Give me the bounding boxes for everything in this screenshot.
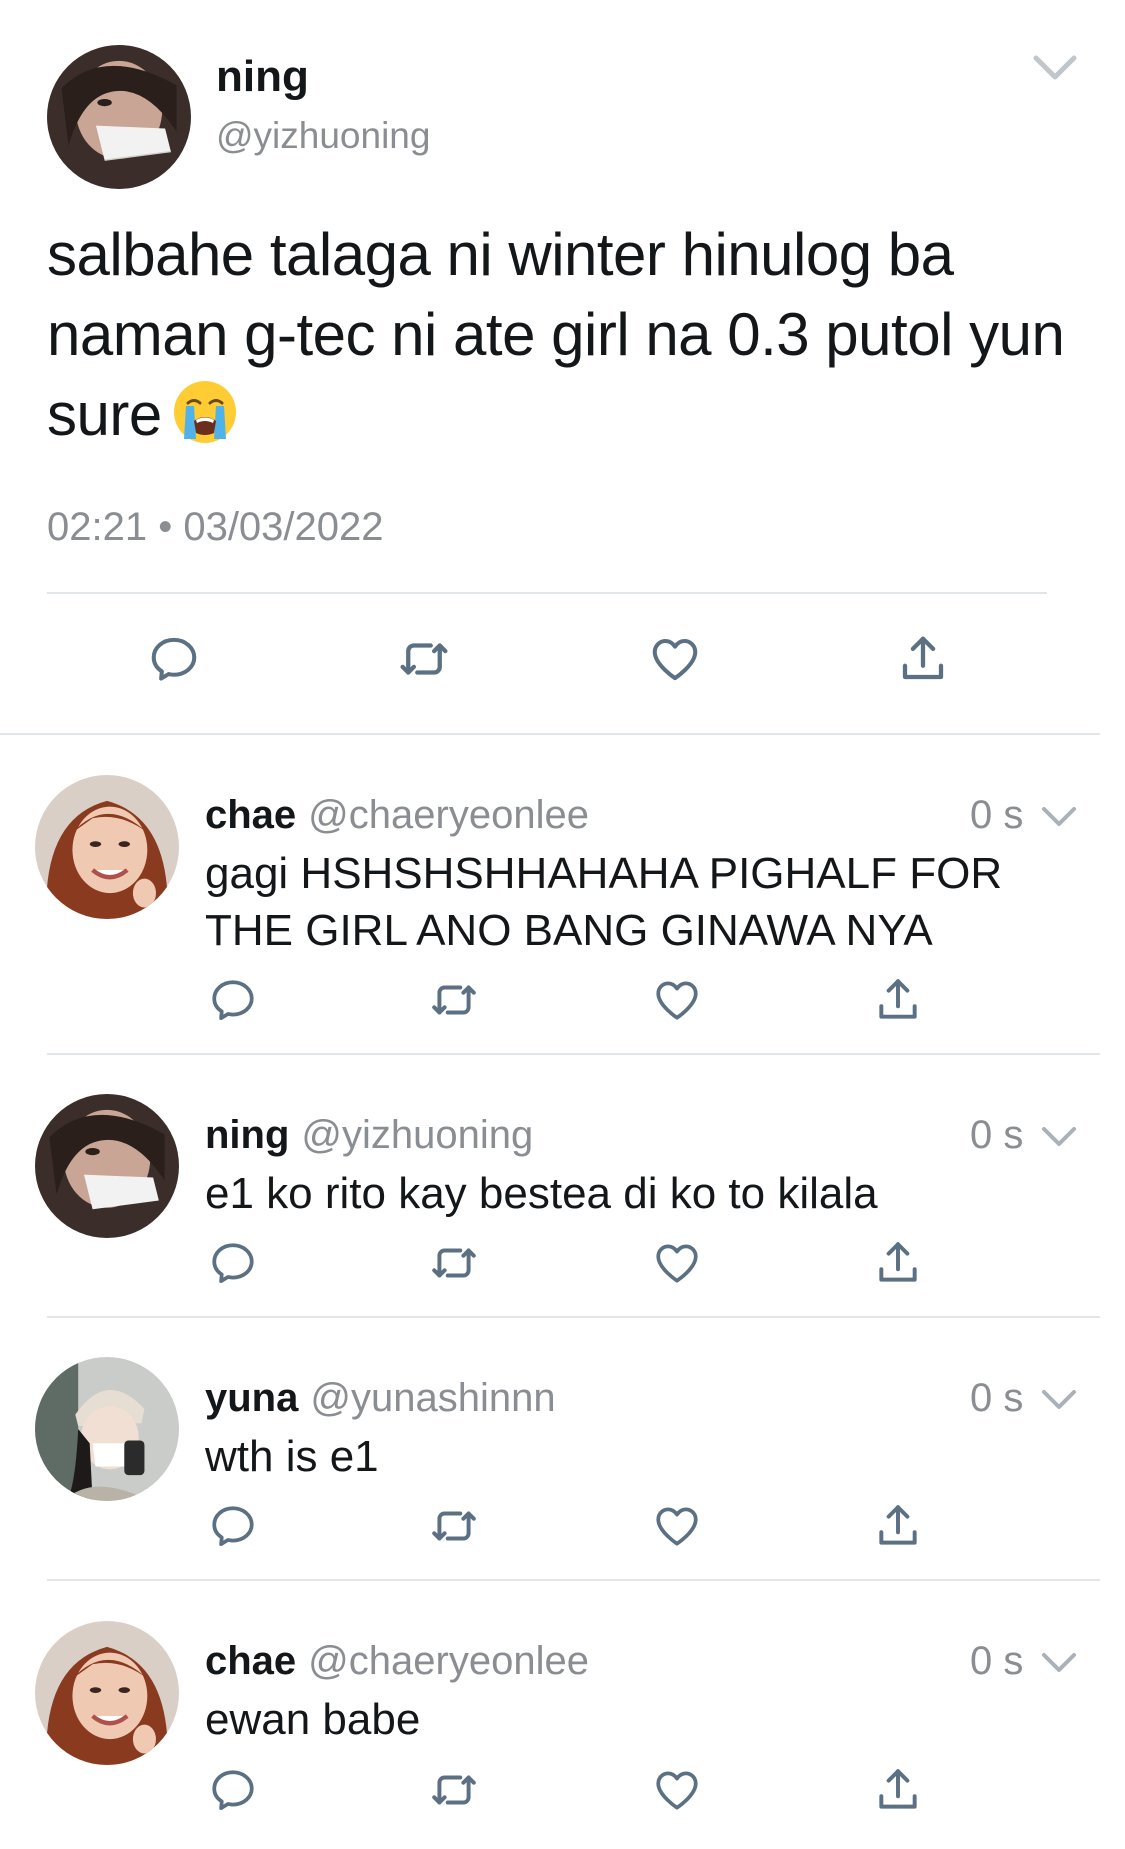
tweet-text: salbahe talaga ni winter hinulog ba nama…	[47, 215, 1087, 455]
reply-icon[interactable]	[208, 1238, 258, 1288]
display-name[interactable]: chae	[205, 1639, 296, 1683]
retweet-icon[interactable]	[428, 1765, 480, 1815]
timestamp[interactable]: 02:21 • 03/03/2022	[47, 505, 384, 550]
reply-text: wth is e1	[205, 1432, 379, 1481]
main-tweet: ning @yizhuoning salbahe talaga ni winte…	[0, 0, 1125, 735]
share-icon[interactable]	[873, 1765, 923, 1815]
retweet-icon[interactable]	[428, 975, 480, 1025]
reply-tweet[interactable]: chae @chaeryeonlee 0 s ewan babe	[0, 1581, 1125, 1849]
avatar[interactable]	[35, 775, 179, 919]
like-icon[interactable]	[651, 1238, 703, 1288]
chevron-down-icon[interactable]	[1040, 1386, 1078, 1414]
reply-text: ewan babe	[205, 1695, 421, 1744]
reply-time: 0 s	[970, 1639, 1024, 1683]
reply-header: chae @chaeryeonlee	[205, 1639, 589, 1684]
username[interactable]: @chaeryeonlee	[308, 1639, 589, 1683]
reply-text: gagi HSHSHSHHAHAHA PIGHALF FOR THE GIRL …	[205, 849, 1003, 955]
display-name[interactable]: yuna	[205, 1376, 298, 1420]
username[interactable]: @yizhuoning	[216, 115, 430, 157]
reply-icon[interactable]	[208, 975, 258, 1025]
chevron-down-icon[interactable]	[1040, 1123, 1078, 1151]
reply-tweet[interactable]: ning @yizhuoning 0 s e1 ko rito kay beste…	[0, 1055, 1125, 1318]
chevron-down-icon[interactable]	[1040, 1649, 1078, 1677]
reply-header: ning @yizhuoning	[205, 1113, 533, 1158]
like-icon[interactable]	[651, 1765, 703, 1815]
share-icon[interactable]	[873, 975, 923, 1025]
like-icon[interactable]	[651, 975, 703, 1025]
reply-time: 0 s	[970, 793, 1024, 837]
avatar[interactable]	[47, 45, 191, 189]
loudly-crying-face-emoji	[172, 379, 238, 445]
reply-icon[interactable]	[208, 1765, 258, 1815]
username[interactable]: @yunashinnn	[310, 1376, 555, 1420]
avatar[interactable]	[35, 1357, 179, 1501]
reply-icon[interactable]	[208, 1501, 258, 1551]
username[interactable]: @chaeryeonlee	[308, 793, 589, 837]
like-icon[interactable]	[651, 1501, 703, 1551]
share-icon[interactable]	[873, 1238, 923, 1288]
retweet-icon[interactable]	[396, 632, 452, 686]
reply-header: chae @chaeryeonlee	[205, 793, 589, 838]
reply-time: 0 s	[970, 1376, 1024, 1420]
retweet-icon[interactable]	[428, 1501, 480, 1551]
divider	[47, 592, 1047, 594]
reply-tweet[interactable]: yuna @yunashinnn 0 s wth is e1	[0, 1318, 1125, 1581]
like-icon[interactable]	[647, 632, 703, 686]
reply-tweet[interactable]: chae @chaeryeonlee 0 s gagi HSHSHSHHAHAHA…	[0, 735, 1125, 1055]
avatar[interactable]	[35, 1094, 179, 1238]
chevron-down-icon[interactable]	[1030, 50, 1080, 86]
reply-text: e1 ko rito kay bestea di ko to kilala	[205, 1169, 878, 1218]
display-name[interactable]: chae	[205, 793, 296, 837]
share-icon[interactable]	[873, 1501, 923, 1551]
chevron-down-icon[interactable]	[1040, 803, 1078, 831]
display-name[interactable]: ning	[205, 1113, 289, 1157]
reply-header: yuna @yunashinnn	[205, 1376, 556, 1421]
share-icon[interactable]	[896, 632, 950, 686]
reply-time: 0 s	[970, 1113, 1024, 1157]
reply-icon[interactable]	[147, 632, 201, 686]
username[interactable]: @yizhuoning	[301, 1113, 533, 1157]
avatar[interactable]	[35, 1621, 179, 1765]
retweet-icon[interactable]	[428, 1238, 480, 1288]
display-name[interactable]: ning	[216, 52, 309, 102]
